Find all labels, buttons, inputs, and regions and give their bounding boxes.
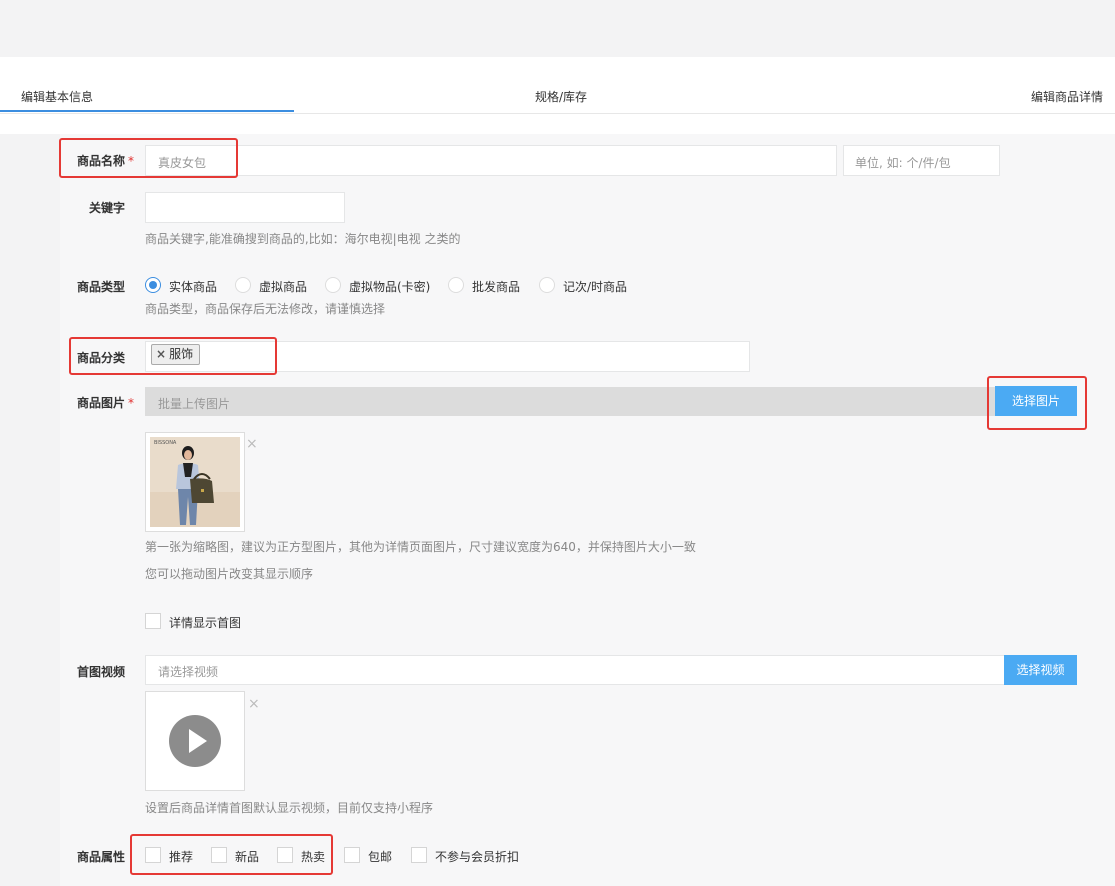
type-radio-wholesale[interactable] [448, 277, 464, 293]
video-input[interactable]: 请选择视频 [145, 655, 1005, 685]
highlight-select-image [987, 376, 1087, 430]
keyword-label: 关键字 [89, 201, 126, 215]
show-first-image-checkbox[interactable] [145, 613, 161, 629]
attr-checkbox-free-shipping[interactable] [344, 847, 360, 863]
active-tab-indicator [0, 110, 294, 112]
batch-upload-placeholder: 批量上传图片 [158, 397, 231, 411]
show-first-image-label[interactable]: 详情显示首图 [169, 614, 241, 631]
tab-bar: 编辑基本信息 规格/库存 编辑商品详情 [0, 57, 1115, 134]
highlight-category [69, 337, 277, 375]
remove-image-icon[interactable]: × [246, 437, 258, 451]
video-label: 首图视频 [77, 665, 126, 679]
attr-checkbox-no-member-discount[interactable] [411, 847, 427, 863]
select-video-button[interactable]: 选择视频 [1004, 655, 1077, 685]
batch-upload-input[interactable]: 批量上传图片 [145, 387, 995, 416]
required-mark: * [128, 396, 135, 410]
type-option-virtual[interactable]: 虚拟商品 [259, 278, 307, 295]
type-help: 商品类型，商品保存后无法修改，请谨慎选择 [145, 302, 386, 316]
tab-spec-stock[interactable]: 规格/库存 [535, 88, 587, 105]
video-help: 设置后商品详情首图默认显示视频，目前仅支持小程序 [145, 801, 434, 815]
tab-basic-info[interactable]: 编辑基本信息 [21, 88, 93, 105]
remove-video-icon[interactable]: × [248, 697, 260, 711]
goods-image-thumb[interactable]: BISSONA [145, 432, 245, 532]
attrs-label: 商品属性 [77, 850, 126, 864]
type-option-count[interactable]: 记次/时商品 [563, 278, 627, 295]
images-label: 商品图片 * [77, 396, 135, 410]
type-option-wholesale[interactable]: 批发商品 [472, 278, 520, 295]
type-radio-card[interactable] [325, 277, 341, 293]
keyword-input[interactable] [145, 192, 345, 223]
unit-input[interactable]: 单位, 如: 个/件/包 [843, 145, 1000, 176]
video-thumb[interactable] [145, 691, 245, 791]
image-help-size: 第一张为缩略图，建议为正方型图片，其他为详情页面图片，尺寸建议宽度为640，并保… [145, 540, 696, 554]
keyword-help: 商品关键字,能准确搜到商品的,比如：海尔电视|电视 之类的 [145, 232, 461, 246]
brand-text: BISSONA [154, 440, 177, 446]
tab-goods-detail[interactable]: 编辑商品详情 [1031, 88, 1103, 105]
highlight-goods-name [59, 138, 238, 178]
image-help-drag: 您可以拖动图片改变其显示顺序 [145, 567, 314, 581]
tab-divider [0, 113, 1115, 114]
type-option-physical[interactable]: 实体商品 [169, 278, 217, 295]
type-label: 商品类型 [77, 280, 126, 294]
type-radio-count[interactable] [539, 277, 555, 293]
type-radio-physical[interactable] [145, 277, 161, 293]
highlight-attrs [130, 834, 333, 875]
attr-no-member-discount-label[interactable]: 不参与会员折扣 [435, 848, 519, 865]
type-option-card[interactable]: 虚拟物品(卡密) [349, 278, 430, 295]
top-bar [0, 0, 1115, 57]
goods-name-input[interactable]: 真皮女包 [145, 145, 837, 176]
play-icon [169, 715, 221, 767]
product-photo: BISSONA [150, 437, 240, 527]
attr-free-shipping-label[interactable]: 包邮 [368, 848, 392, 865]
video-placeholder: 请选择视频 [158, 665, 219, 679]
type-radio-virtual[interactable] [235, 277, 251, 293]
unit-placeholder: 单位, 如: 个/件/包 [855, 156, 951, 170]
